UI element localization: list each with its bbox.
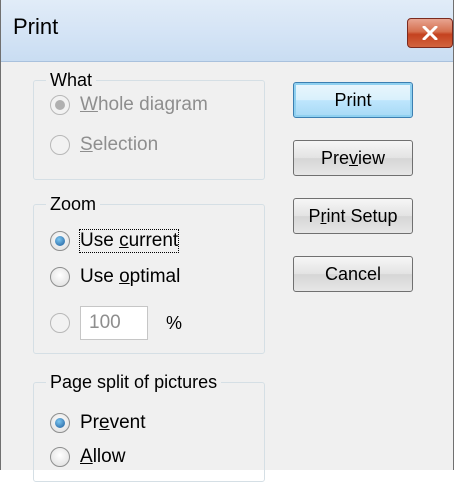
window-title: Print xyxy=(13,14,59,39)
use-optimal-radio[interactable]: Use optimal xyxy=(50,263,180,291)
selection-radio-button[interactable] xyxy=(50,135,70,155)
close-icon xyxy=(422,26,438,40)
page-split-group: Page split of pictures Prevent Allow xyxy=(33,369,265,482)
cancel-button[interactable]: Cancel xyxy=(293,256,413,292)
print-setup-button-label: Print Setup xyxy=(308,205,398,226)
selection-radio[interactable]: Selection xyxy=(50,131,158,159)
what-group: What Whole diagram Selection xyxy=(33,67,265,180)
title-bar: Print xyxy=(1,0,453,62)
selection-label: Selection xyxy=(80,134,159,155)
preview-button-label: Preview xyxy=(320,147,386,168)
use-current-label: Use current xyxy=(78,229,180,253)
custom-zoom-radio-button[interactable] xyxy=(50,313,70,333)
use-current-radio-button[interactable] xyxy=(50,231,70,251)
print-button[interactable]: Print xyxy=(293,82,413,118)
prevent-label: Prevent xyxy=(80,412,146,433)
prevent-radio[interactable]: Prevent xyxy=(50,409,146,437)
whole-diagram-label: Whole diagram xyxy=(80,94,208,115)
page-split-legend: Page split of pictures xyxy=(46,369,222,395)
zoom-legend: Zoom xyxy=(46,191,101,217)
allow-radio[interactable]: Allow xyxy=(50,443,125,471)
what-legend: What xyxy=(46,67,97,93)
whole-diagram-radio[interactable]: Whole diagram xyxy=(50,91,208,119)
print-button-label: Print xyxy=(334,89,372,110)
percent-label: % xyxy=(166,312,183,333)
custom-zoom-radio[interactable]: 100 % xyxy=(50,305,182,341)
preview-button[interactable]: Preview xyxy=(293,140,413,176)
prevent-radio-button[interactable] xyxy=(50,413,70,433)
use-optimal-label: Use optimal xyxy=(80,266,181,287)
close-button[interactable] xyxy=(407,18,453,48)
allow-label: Allow xyxy=(80,446,126,467)
print-setup-button[interactable]: Print Setup xyxy=(293,198,413,234)
zoom-percent-field[interactable]: 100 xyxy=(80,306,148,340)
zoom-group: Zoom Use current Use optimal 100 % xyxy=(33,191,265,354)
print-dialog: Print What Whole diagram Selection Zoom … xyxy=(0,0,454,482)
allow-radio-button[interactable] xyxy=(50,447,70,467)
use-current-radio[interactable]: Use current xyxy=(50,227,180,255)
use-optimal-radio-button[interactable] xyxy=(50,267,70,287)
whole-diagram-radio-button[interactable] xyxy=(50,95,70,115)
cancel-button-label: Cancel xyxy=(324,263,382,284)
